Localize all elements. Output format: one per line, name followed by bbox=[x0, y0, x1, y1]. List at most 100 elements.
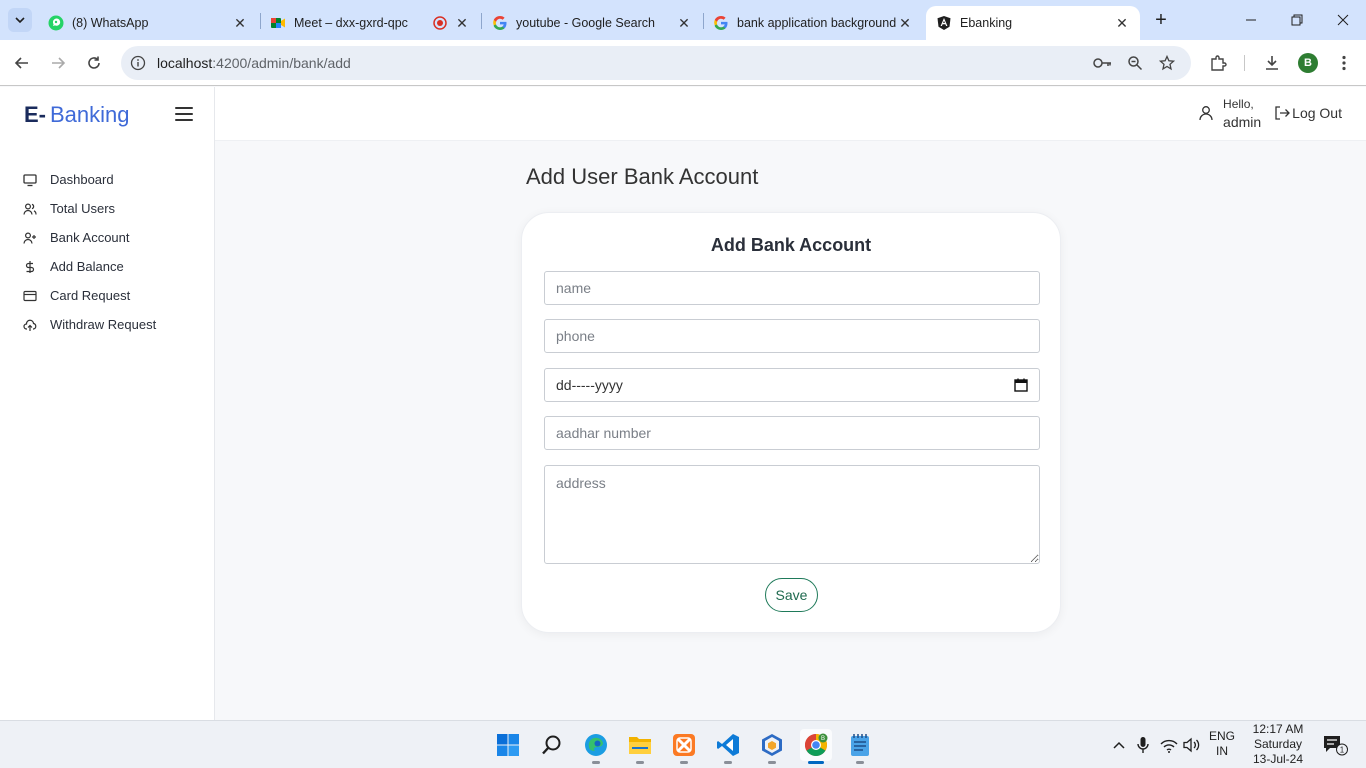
taskbar-notepad[interactable] bbox=[844, 729, 876, 764]
user-icon bbox=[1197, 104, 1215, 122]
sidebar-item-card-request[interactable]: Card Request bbox=[22, 281, 156, 310]
running-indicator bbox=[680, 761, 688, 764]
system-clock[interactable]: 12:17 AM Saturday 13-Jul-24 bbox=[1249, 722, 1307, 767]
tab-title: youtube - Google Search bbox=[516, 16, 655, 30]
profile-button[interactable]: B bbox=[1296, 51, 1320, 75]
forward-button[interactable] bbox=[46, 51, 70, 75]
logout-icon bbox=[1273, 104, 1291, 122]
password-key-icon[interactable] bbox=[1091, 51, 1115, 75]
brand-name: Banking bbox=[50, 102, 130, 127]
notification-icon: 1 bbox=[1324, 736, 1348, 756]
taskbar-virtualbox[interactable] bbox=[756, 729, 788, 764]
file-explorer-icon bbox=[629, 737, 651, 754]
address-textarea[interactable] bbox=[544, 465, 1040, 564]
sidebar-item-label: Card Request bbox=[50, 288, 131, 303]
name-input[interactable] bbox=[544, 271, 1040, 305]
input-language[interactable]: ENG IN bbox=[1207, 729, 1237, 759]
sidebar-menu: Dashboard Total Users Bank Account Add B… bbox=[22, 165, 156, 339]
tab-meet[interactable]: Meet – dxx-gxrd-qpc ✕ bbox=[260, 6, 480, 40]
reload-button[interactable] bbox=[82, 51, 106, 75]
downloads-button[interactable] bbox=[1260, 51, 1284, 75]
sidebar-item-total-users[interactable]: Total Users bbox=[22, 194, 156, 223]
monitor-icon bbox=[22, 172, 38, 188]
tab-title: Ebanking bbox=[960, 16, 1013, 30]
clock-date: 13-Jul-24 bbox=[1252, 752, 1304, 766]
google-icon bbox=[492, 15, 508, 31]
taskbar-search-button[interactable] bbox=[536, 729, 568, 761]
language-code: ENG bbox=[1208, 729, 1235, 743]
close-icon[interactable]: ✕ bbox=[232, 15, 248, 31]
running-indicator bbox=[724, 761, 732, 764]
notepad-icon bbox=[851, 734, 869, 756]
save-button[interactable]: Save bbox=[765, 578, 818, 612]
running-indicator bbox=[768, 761, 776, 764]
cloud-upload-icon bbox=[22, 317, 38, 333]
close-icon[interactable]: ✕ bbox=[897, 15, 913, 31]
tab-ebanking[interactable]: Ebanking ✕ bbox=[926, 6, 1140, 40]
microphone-status[interactable] bbox=[1134, 731, 1152, 759]
whatsapp-icon bbox=[48, 15, 64, 31]
browser-menu-button[interactable] bbox=[1332, 51, 1356, 75]
extensions-button[interactable] bbox=[1206, 51, 1230, 75]
page-title: Add User Bank Account bbox=[526, 164, 759, 189]
svg-text:B: B bbox=[821, 736, 825, 742]
network-status[interactable] bbox=[1158, 731, 1180, 759]
show-hidden-icons-button[interactable] bbox=[1110, 731, 1128, 759]
taskbar-vscode[interactable] bbox=[712, 729, 744, 764]
tab-title: bank application background bbox=[737, 16, 897, 30]
browser-toolbar: localhost:4200/admin/bank/add B bbox=[0, 40, 1366, 86]
calendar-icon[interactable] bbox=[1014, 378, 1028, 392]
add-bank-account-form: Add Bank Account dd-----yyyy Save bbox=[521, 212, 1061, 633]
sidebar-item-label: Withdraw Request bbox=[50, 317, 157, 332]
taskbar-xampp[interactable] bbox=[668, 729, 700, 764]
dollar-icon bbox=[22, 259, 38, 275]
reload-icon bbox=[88, 56, 100, 69]
notification-center-button[interactable]: 1 bbox=[1320, 731, 1350, 759]
back-button[interactable] bbox=[10, 51, 34, 75]
tab-bank-background[interactable]: bank application background ✕ bbox=[703, 6, 923, 40]
credit-card-icon bbox=[22, 288, 38, 304]
new-tab-button[interactable]: + bbox=[1150, 9, 1172, 31]
more-vertical-icon bbox=[1342, 55, 1346, 71]
taskbar-edge[interactable] bbox=[580, 729, 612, 764]
tab-whatsapp[interactable]: (8) WhatsApp ✕ bbox=[38, 6, 258, 40]
address-bar[interactable]: localhost:4200/admin/bank/add bbox=[121, 46, 1191, 80]
google-icon bbox=[713, 15, 729, 31]
logout-button[interactable]: Log Out bbox=[1273, 104, 1342, 122]
user-area: Hello, admin Log Out bbox=[1197, 95, 1342, 131]
restore-icon bbox=[1291, 14, 1303, 26]
toolbar-divider bbox=[1244, 55, 1245, 71]
close-icon[interactable]: ✕ bbox=[1114, 15, 1130, 31]
sidebar: E- Banking Dashboard Total Users Bank Ac… bbox=[0, 87, 215, 720]
zoom-icon[interactable] bbox=[1123, 51, 1147, 75]
sidebar-item-withdraw-request[interactable]: Withdraw Request bbox=[22, 310, 156, 339]
sidebar-item-bank-account[interactable]: Bank Account bbox=[22, 223, 156, 252]
minimize-button[interactable] bbox=[1239, 8, 1263, 32]
menu-toggle-button[interactable] bbox=[174, 104, 194, 124]
taskbar-chrome[interactable]: B bbox=[800, 729, 832, 764]
sidebar-item-label: Dashboard bbox=[50, 172, 114, 187]
bookmark-star-icon[interactable] bbox=[1155, 51, 1179, 75]
sidebar-item-add-balance[interactable]: Add Balance bbox=[22, 252, 156, 281]
site-info-icon[interactable] bbox=[126, 51, 150, 75]
tab-search-button[interactable] bbox=[8, 8, 32, 32]
close-window-button[interactable] bbox=[1331, 8, 1355, 32]
sidebar-item-dashboard[interactable]: Dashboard bbox=[22, 165, 156, 194]
restore-button[interactable] bbox=[1285, 8, 1309, 32]
close-icon[interactable]: ✕ bbox=[454, 15, 470, 31]
dob-date-input[interactable]: dd-----yyyy bbox=[544, 368, 1040, 402]
running-indicator bbox=[856, 761, 864, 764]
start-button[interactable] bbox=[492, 729, 524, 761]
microphone-icon bbox=[1137, 737, 1149, 753]
phone-input[interactable] bbox=[544, 319, 1040, 353]
brand-logo[interactable]: E- Banking bbox=[24, 102, 130, 128]
running-indicator bbox=[808, 761, 824, 764]
taskbar-file-explorer[interactable] bbox=[624, 729, 656, 764]
angular-icon bbox=[936, 15, 952, 31]
url-host: localhost bbox=[157, 55, 213, 71]
volume-status[interactable] bbox=[1182, 731, 1202, 759]
running-indicator bbox=[592, 761, 600, 764]
aadhar-input[interactable] bbox=[544, 416, 1040, 450]
close-icon[interactable]: ✕ bbox=[676, 15, 692, 31]
tab-youtube-search[interactable]: youtube - Google Search ✕ bbox=[482, 6, 702, 40]
